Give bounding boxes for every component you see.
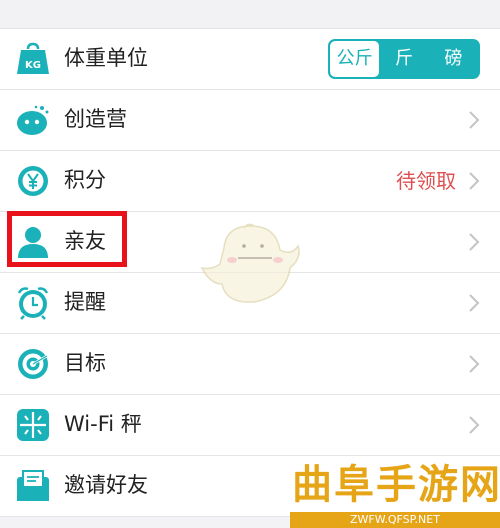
wifi-scale-row[interactable]: Wi-Fi 秤 [0, 395, 500, 456]
points-label: 积分 [64, 168, 106, 192]
person-icon [18, 227, 48, 258]
top-spacer [0, 0, 500, 28]
chevron-right-icon [469, 172, 480, 190]
envelope-icon [17, 470, 49, 501]
invite-friends-label: 邀请好友 [64, 473, 148, 497]
creation-camp-row[interactable]: 创造营 [0, 90, 500, 151]
goal-row[interactable]: 目标 [0, 334, 500, 395]
goal-label: 目标 [64, 351, 106, 375]
mascot-illustration [200, 223, 300, 303]
target-icon [18, 349, 48, 379]
watermark: 曲阜手游网 ZWFW.QFSP.NET [290, 462, 500, 528]
scale-icon [17, 409, 49, 441]
chevron-right-icon [469, 355, 480, 373]
watermark-title: 曲阜手游网 [292, 462, 500, 508]
creation-camp-label: 创造营 [64, 107, 127, 131]
chevron-right-icon [469, 294, 480, 312]
yen-coin-icon [18, 166, 48, 196]
kg-icon-text: KG [25, 60, 41, 71]
family-friends-label: 亲友 [64, 229, 106, 253]
unit-option-jin[interactable]: 斤 [379, 41, 428, 77]
mascot-face-icon [17, 105, 49, 135]
points-pending-status: 待领取 [396, 169, 456, 193]
weight-unit-row: KG 体重单位 公斤 斤 磅 [0, 29, 500, 90]
chevron-right-icon [469, 233, 480, 251]
alarm-clock-icon [17, 287, 49, 320]
chevron-right-icon [469, 416, 480, 434]
weight-unit-label: 体重单位 [64, 46, 148, 70]
wifi-scale-label: Wi-Fi 秤 [64, 412, 142, 436]
kg-weight-icon: KG [17, 42, 49, 74]
reminder-label: 提醒 [64, 290, 106, 314]
watermark-url: ZWFW.QFSP.NET [290, 512, 500, 528]
unit-option-kg[interactable]: 公斤 [330, 41, 380, 77]
chevron-right-icon [469, 111, 480, 129]
weight-unit-selector[interactable]: 公斤 斤 磅 [328, 39, 480, 79]
unit-option-lb[interactable]: 磅 [429, 41, 478, 77]
points-row[interactable]: 积分 待领取 [0, 151, 500, 212]
